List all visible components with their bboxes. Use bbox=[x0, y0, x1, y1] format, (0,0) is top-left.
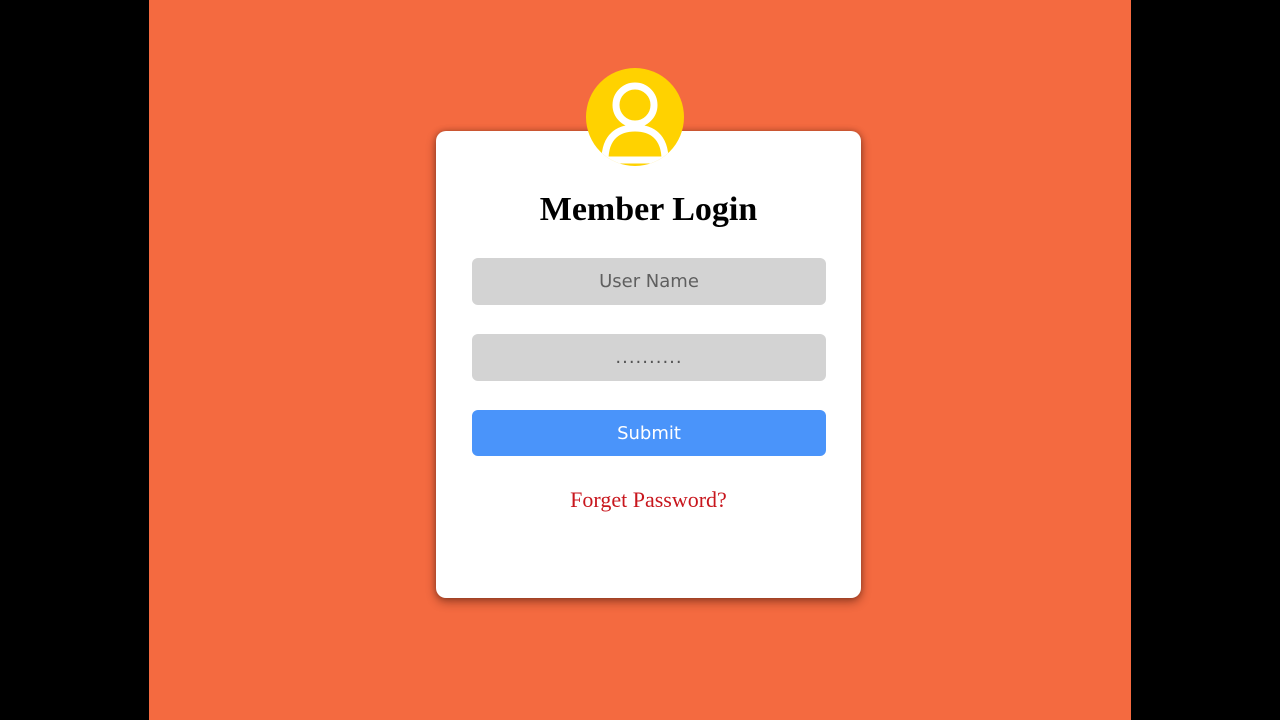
login-title: Member Login bbox=[539, 191, 758, 228]
password-input[interactable] bbox=[472, 334, 826, 381]
forgot-password-container: Forget Password? bbox=[436, 486, 861, 514]
submit-button[interactable]: Submit bbox=[472, 410, 826, 456]
avatar bbox=[586, 68, 684, 166]
username-input[interactable] bbox=[472, 258, 826, 305]
forgot-password-link[interactable]: Forget Password? bbox=[570, 487, 727, 512]
user-icon bbox=[601, 82, 669, 164]
